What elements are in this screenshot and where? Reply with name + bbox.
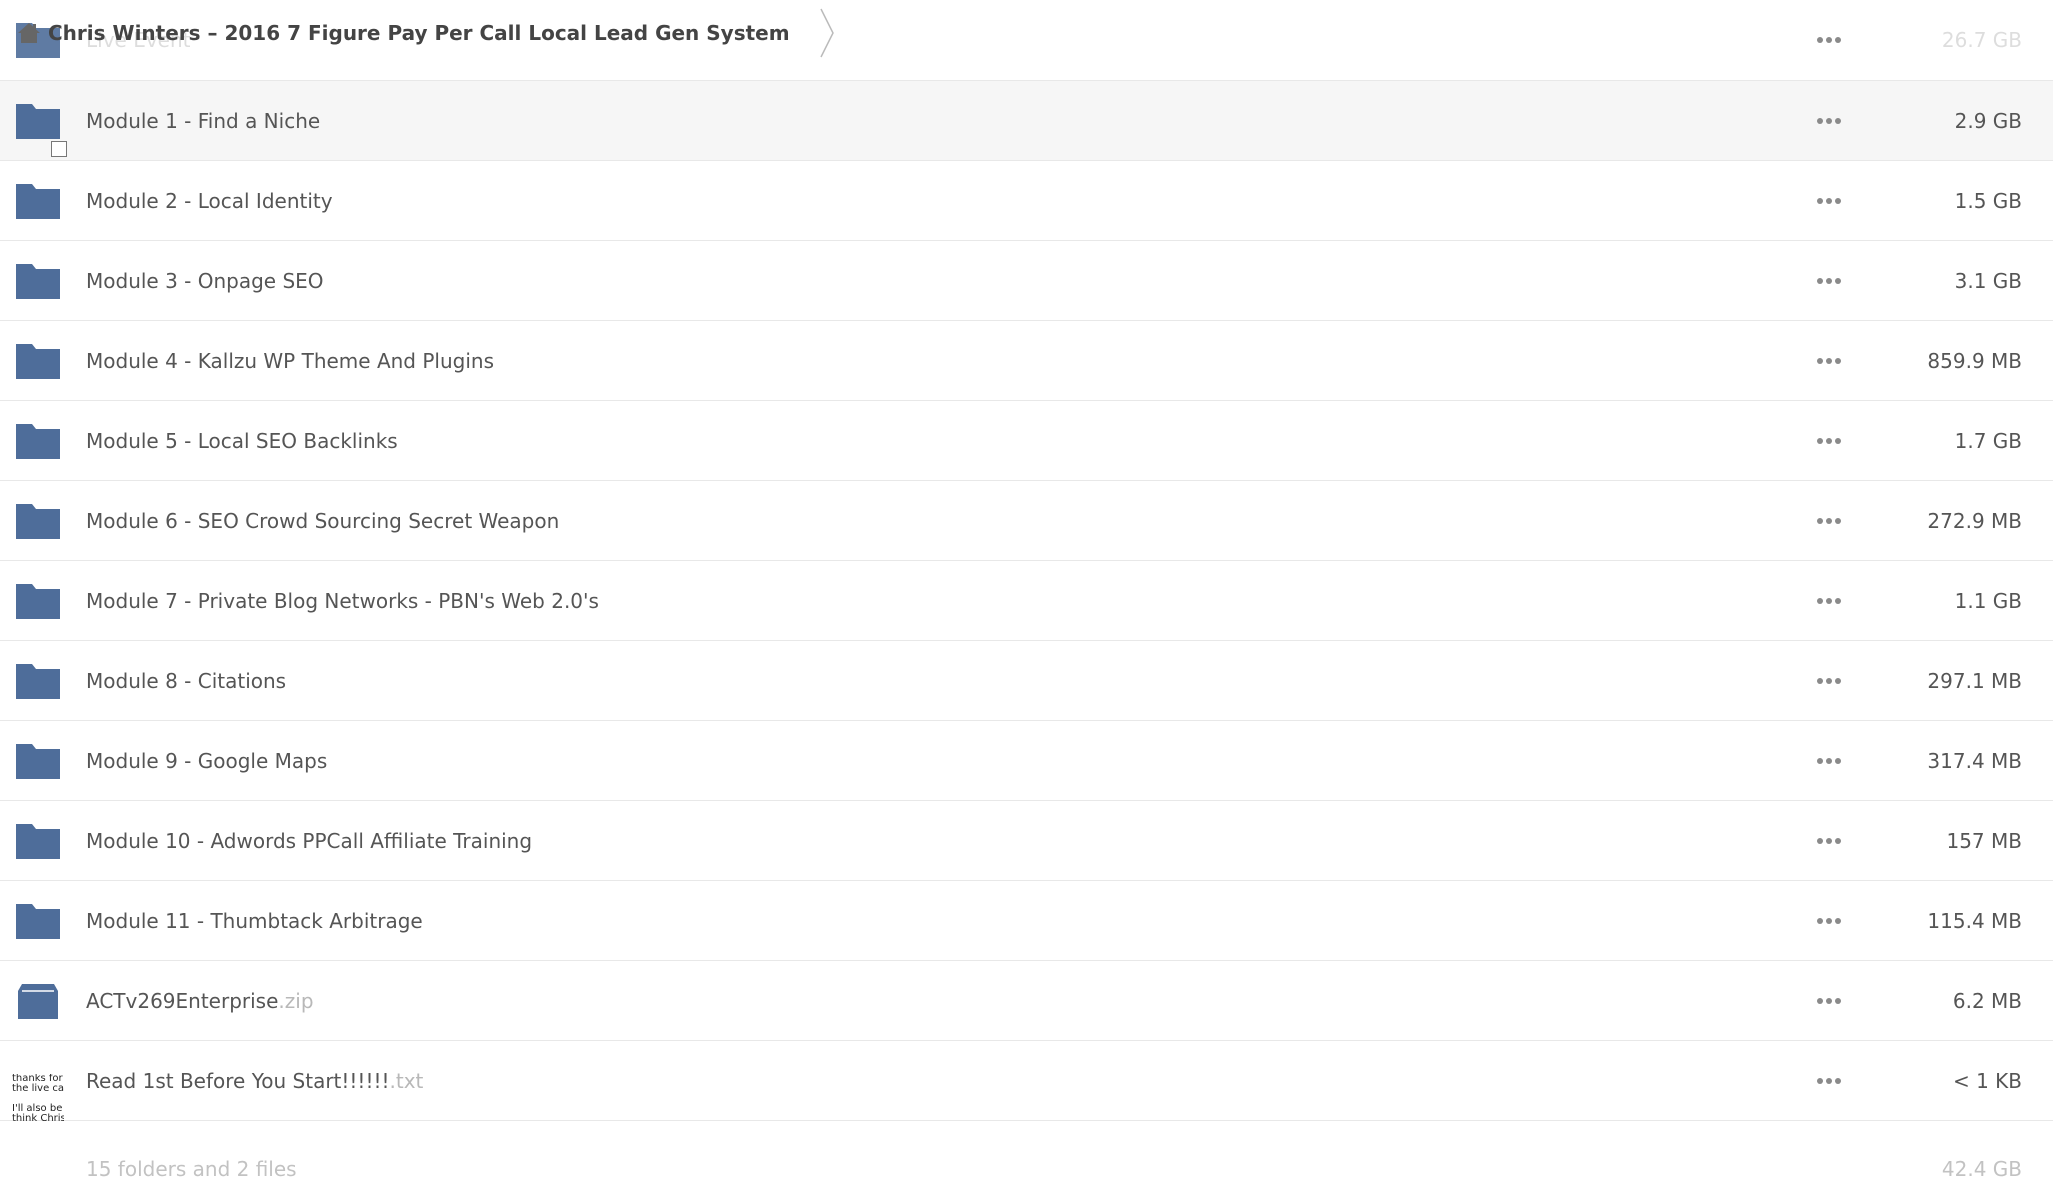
folder-icon	[16, 103, 60, 139]
file-list: Live Event 26.7 GB Module 1 - Find a Niche…	[0, 14, 2053, 1121]
item-name[interactable]: Read 1st Before You Start!!!!!! .txt	[86, 1041, 423, 1120]
item-size: 115.4 MB	[1927, 908, 2022, 933]
item-name-base: Module 8 - Citations	[86, 668, 287, 693]
item-size: 3.1 GB	[1954, 268, 2022, 293]
item-extension: .txt	[389, 1068, 424, 1093]
more-options-icon[interactable]	[1814, 355, 1844, 367]
item-name[interactable]: Module 6 - SEO Crowd Sourcing Secret Wea…	[86, 481, 559, 560]
folder-row[interactable]: Module 7 - Private Blog Networks - PBN's…	[0, 561, 2053, 641]
item-size: 1.5 GB	[1954, 188, 2022, 213]
item-size: 26.7 GB	[1941, 28, 2022, 52]
item-extension: .zip	[278, 988, 314, 1013]
folder-summary: 15 folders and 2 files 42.4 GB	[0, 1141, 2053, 1201]
folder-icon	[16, 583, 60, 619]
folder-icon	[16, 263, 60, 299]
item-name-base: Read 1st Before You Start!!!!!!	[86, 1068, 390, 1093]
item-name-base: Module 5 - Local SEO Backlinks	[86, 428, 398, 453]
more-options-icon[interactable]	[1814, 515, 1844, 527]
more-options-icon[interactable]	[1814, 675, 1844, 687]
preview-line: the live cal	[12, 1083, 64, 1094]
item-name[interactable]: Module 5 - Local SEO Backlinks	[86, 401, 398, 480]
item-name[interactable]: Module 10 - Adwords PPCall Affiliate Tra…	[86, 801, 532, 880]
more-options-icon[interactable]	[1814, 915, 1844, 927]
folder-icon	[16, 503, 60, 539]
folder-row[interactable]: Module 6 - SEO Crowd Sourcing Secret Wea…	[0, 481, 2053, 561]
text-file-preview: thanks for the live cal I'll also be think…	[12, 1074, 64, 1128]
more-options-icon[interactable]	[1814, 195, 1844, 207]
item-name[interactable]: Module 11 - Thumbtack Arbitrage	[86, 881, 423, 960]
breadcrumb-current-folder[interactable]: Chris Winters – 2016 7 Figure Pay Per Ca…	[48, 21, 790, 45]
item-name-base: Module 7 - Private Blog Networks - PBN's…	[86, 588, 599, 613]
more-options-icon[interactable]	[1814, 435, 1844, 447]
more-options-icon[interactable]	[1814, 34, 1844, 46]
folder-icon	[16, 663, 60, 699]
more-options-icon[interactable]	[1814, 115, 1844, 127]
home-icon[interactable]	[16, 20, 42, 46]
item-name[interactable]: Module 7 - Private Blog Networks - PBN's…	[86, 561, 599, 640]
item-size: 6.2 MB	[1952, 988, 2022, 1013]
preview-line: think Chris	[12, 1113, 64, 1124]
item-name-base: Module 9 - Google Maps	[86, 748, 328, 773]
folder-icon	[16, 343, 60, 379]
folder-row[interactable]: Module 4 - Kallzu WP Theme And Plugins 85…	[0, 321, 2053, 401]
total-size: 42.4 GB	[1941, 1157, 2022, 1181]
folder-row[interactable]: Module 10 - Adwords PPCall Affiliate Tra…	[0, 801, 2053, 881]
item-name-base: Module 6 - SEO Crowd Sourcing Secret Wea…	[86, 508, 560, 533]
folder-row[interactable]: Module 8 - Citations 297.1 MB	[0, 641, 2053, 721]
folder-row[interactable]: Module 9 - Google Maps 317.4 MB	[0, 721, 2053, 801]
item-name[interactable]: Module 2 - Local Identity	[86, 161, 333, 240]
archive-icon	[18, 983, 58, 1019]
item-name[interactable]: ACTv269Enterprise .zip	[86, 961, 314, 1040]
item-name[interactable]: Module 3 - Onpage SEO	[86, 241, 324, 320]
folder-icon	[16, 823, 60, 859]
item-size: 859.9 MB	[1927, 348, 2022, 373]
item-size: 317.4 MB	[1927, 748, 2022, 773]
folder-row[interactable]: Module 5 - Local SEO Backlinks 1.7 GB	[0, 401, 2053, 481]
folder-icon	[16, 743, 60, 779]
more-options-icon[interactable]	[1814, 1075, 1844, 1087]
item-size: 2.9 GB	[1954, 108, 2022, 133]
item-size: 1.7 GB	[1954, 428, 2022, 453]
item-size: < 1 KB	[1952, 1068, 2022, 1093]
folder-icon	[16, 903, 60, 939]
item-name[interactable]: Module 9 - Google Maps	[86, 721, 327, 800]
breadcrumb-separator-icon	[819, 8, 834, 58]
item-name-base: Module 1 - Find a Niche	[86, 108, 321, 133]
folder-row[interactable]: Module 1 - Find a Niche 2.9 GB	[0, 81, 2053, 161]
item-name-base: Module 11 - Thumbtack Arbitrage	[86, 908, 423, 933]
more-options-icon[interactable]	[1814, 995, 1844, 1007]
file-row[interactable]: Read 1st Before You Start!!!!!! .txt < 1 K…	[0, 1041, 2053, 1121]
folder-row[interactable]: Module 11 - Thumbtack Arbitrage 115.4 MB	[0, 881, 2053, 961]
more-options-icon[interactable]	[1814, 835, 1844, 847]
item-name-base: Module 10 - Adwords PPCall Affiliate Tra…	[86, 828, 533, 853]
item-count-summary: 15 folders and 2 files	[86, 1157, 297, 1181]
item-name-base: Module 2 - Local Identity	[86, 188, 333, 213]
folder-icon	[16, 183, 60, 219]
item-size: 297.1 MB	[1927, 668, 2022, 693]
item-size: 157 MB	[1946, 828, 2022, 853]
folder-row[interactable]: Module 2 - Local Identity 1.5 GB	[0, 161, 2053, 241]
item-size: 1.1 GB	[1954, 588, 2022, 613]
more-options-icon[interactable]	[1814, 275, 1844, 287]
item-name-base: ACTv269Enterprise	[86, 988, 279, 1013]
item-name-base: Module 3 - Onpage SEO	[86, 268, 324, 293]
more-options-icon[interactable]	[1814, 595, 1844, 607]
file-row[interactable]: ACTv269Enterprise .zip 6.2 MB	[0, 961, 2053, 1041]
item-name-base: Module 4 - Kallzu WP Theme And Plugins	[86, 348, 494, 373]
breadcrumb: Chris Winters – 2016 7 Figure Pay Per Ca…	[0, 0, 840, 66]
row-select-checkbox[interactable]	[51, 141, 67, 157]
item-name[interactable]: Module 8 - Citations	[86, 641, 286, 720]
folder-row[interactable]: Module 3 - Onpage SEO 3.1 GB	[0, 241, 2053, 321]
more-options-icon[interactable]	[1814, 755, 1844, 767]
item-name[interactable]: Module 4 - Kallzu WP Theme And Plugins	[86, 321, 494, 400]
item-size: 272.9 MB	[1927, 508, 2022, 533]
folder-icon	[16, 423, 60, 459]
item-name[interactable]: Module 1 - Find a Niche	[86, 81, 320, 160]
